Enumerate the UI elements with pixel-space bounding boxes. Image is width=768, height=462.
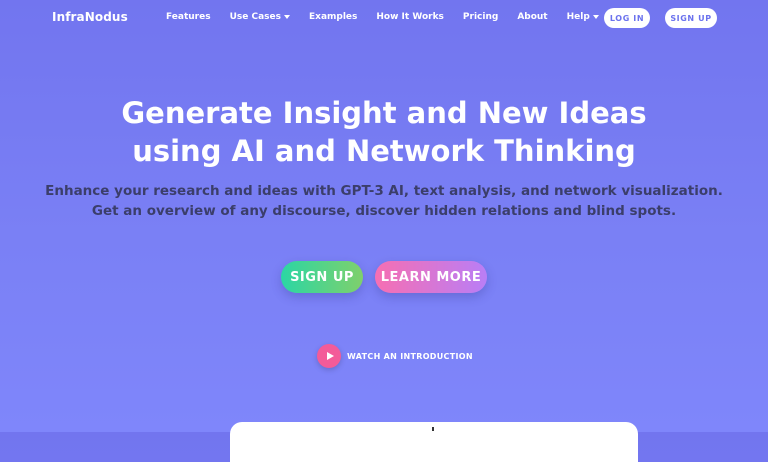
nav-item-examples[interactable]: Examples — [309, 12, 357, 22]
nav-item-label: Use Cases — [229, 12, 281, 22]
nav-item-help[interactable]: Help — [567, 12, 599, 22]
learn-more-button[interactable]: LEARN MORE — [375, 261, 487, 293]
hero-title-line-1: Generate Insight and New Ideas — [121, 96, 647, 130]
nav-item-how-it-works[interactable]: How It Works — [376, 12, 444, 22]
nav-item-label: Examples — [308, 12, 358, 22]
play-triangle — [326, 352, 334, 360]
hero-title-line-2: using AI and Network Thinking — [132, 134, 636, 168]
hero-signup-button[interactable]: SIGN UP — [281, 261, 363, 293]
nav-item-pricing[interactable]: Pricing — [463, 12, 498, 22]
top-navbar: InfraNodus Features Use Cases Examples H… — [0, 0, 768, 36]
brand-logo[interactable]: InfraNodus — [52, 10, 128, 24]
nav-item-features[interactable]: Features — [166, 12, 211, 22]
watch-introduction-link[interactable]: WATCH AN INTRODUCTION — [317, 344, 473, 368]
nav-item-label: Help — [566, 12, 590, 22]
app-preview-card — [230, 422, 638, 462]
nav-item-use-cases[interactable]: Use Cases — [230, 12, 290, 22]
hero-subtitle-line-2: Get an overview of any discourse, discov… — [91, 203, 677, 219]
nav-item-label: About — [517, 12, 548, 22]
header-signup-button[interactable]: SIGN UP — [665, 8, 717, 28]
watch-introduction-label: WATCH AN INTRODUCTION — [347, 351, 473, 361]
hero-subtitle-line-1: Enhance your research and ideas with GPT… — [45, 183, 723, 199]
hero-subtitle: Enhance your research and ideas with GPT… — [0, 181, 768, 221]
nav-item-label: How It Works — [376, 12, 444, 22]
nav-item-about[interactable]: About — [517, 12, 547, 22]
hero-title: Generate Insight and New Ideas using AI … — [0, 94, 768, 170]
caret-down-icon — [283, 15, 290, 19]
preview-cursor-mark — [432, 427, 434, 431]
caret-down-icon — [592, 15, 599, 19]
nav-links: Features Use Cases Examples How It Works… — [166, 12, 599, 22]
nav-item-label: Pricing — [462, 12, 499, 22]
nav-item-label: Features — [166, 12, 211, 22]
login-button[interactable]: LOG IN — [604, 8, 650, 28]
play-icon[interactable] — [317, 344, 341, 368]
